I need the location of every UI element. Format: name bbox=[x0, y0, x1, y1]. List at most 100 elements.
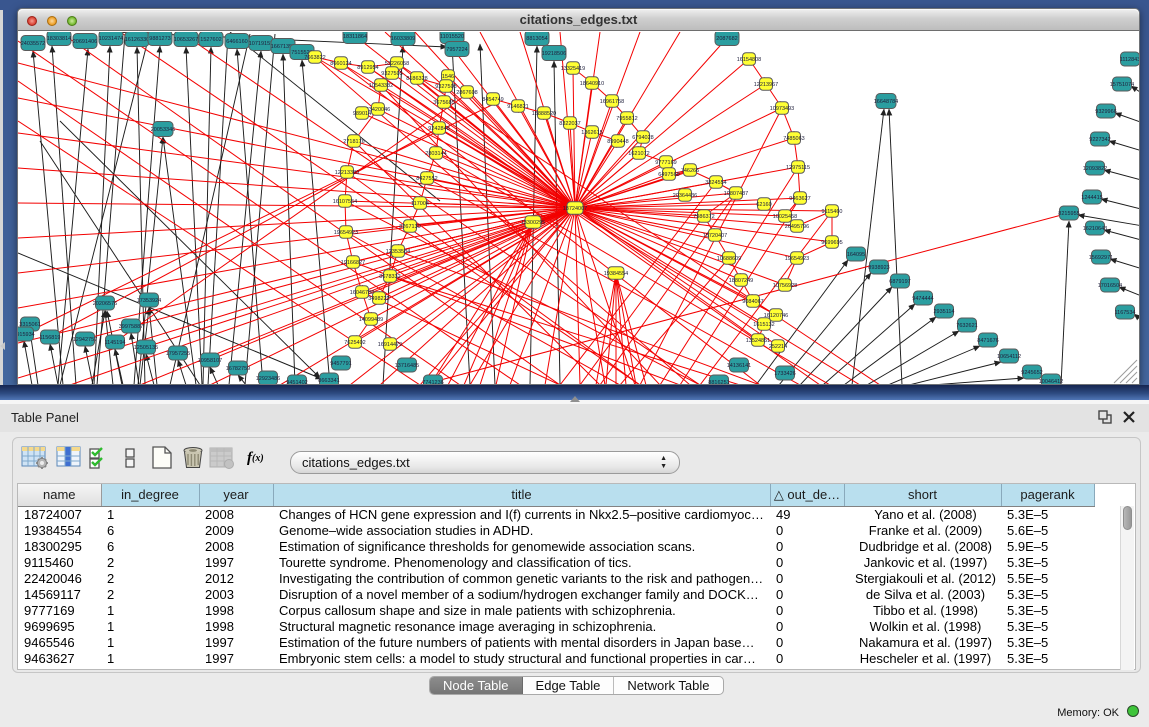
svg-text:19654923: 19654923 bbox=[785, 256, 809, 262]
svg-text:20053346: 20053346 bbox=[151, 127, 175, 133]
svg-text:9245652: 9245652 bbox=[1021, 370, 1042, 376]
svg-text:1362615: 1362615 bbox=[581, 130, 602, 136]
svg-text:8454749: 8454749 bbox=[482, 97, 503, 103]
svg-text:26495796: 26495796 bbox=[785, 224, 809, 230]
svg-text:7986372: 7986372 bbox=[693, 214, 714, 220]
svg-text:8267130: 8267130 bbox=[399, 224, 420, 230]
svg-text:15751074: 15751074 bbox=[1110, 82, 1134, 88]
svg-text:1244415: 1244415 bbox=[1081, 195, 1102, 201]
svg-text:7485063: 7485063 bbox=[783, 136, 804, 142]
svg-text:164095: 164095 bbox=[847, 252, 865, 258]
svg-text:15888520: 15888520 bbox=[532, 111, 556, 117]
svg-text:12923486: 12923486 bbox=[256, 376, 280, 382]
svg-text:17016504: 17016504 bbox=[1098, 283, 1122, 289]
svg-text:3824554: 3824554 bbox=[705, 180, 726, 186]
svg-text:9327508: 9327508 bbox=[435, 84, 456, 90]
svg-text:9699695: 9699695 bbox=[821, 240, 842, 246]
svg-text:16033809: 16033809 bbox=[391, 36, 415, 42]
svg-text:16961758: 16961758 bbox=[600, 99, 624, 105]
svg-text:6497568: 6497568 bbox=[658, 172, 679, 178]
svg-text:8215955: 8215955 bbox=[1058, 211, 1079, 217]
svg-text:14136141: 14136141 bbox=[727, 363, 751, 369]
svg-text:1145194: 1145194 bbox=[104, 340, 125, 346]
svg-text:53226058: 53226058 bbox=[385, 61, 409, 67]
svg-text:18807249: 18807249 bbox=[729, 278, 753, 284]
svg-text:8322037: 8322037 bbox=[559, 121, 580, 127]
svg-text:19218506: 19218506 bbox=[542, 51, 566, 57]
svg-text:9329966: 9329966 bbox=[1095, 109, 1116, 115]
svg-text:2803144: 2803144 bbox=[425, 151, 446, 157]
svg-text:20364436: 20364436 bbox=[673, 193, 697, 199]
svg-text:2718176: 2718176 bbox=[343, 139, 364, 145]
svg-text:18724007: 18724007 bbox=[563, 206, 587, 212]
svg-text:7957224: 7957224 bbox=[446, 47, 467, 53]
svg-text:3675685: 3675685 bbox=[433, 100, 454, 106]
svg-text:9474444: 9474444 bbox=[912, 296, 933, 302]
svg-text:1733426: 1733426 bbox=[774, 371, 795, 377]
svg-text:10973493: 10973493 bbox=[770, 106, 794, 112]
svg-text:10046412: 10046412 bbox=[1039, 379, 1063, 384]
svg-text:6466160: 6466160 bbox=[226, 39, 247, 45]
svg-text:62160: 62160 bbox=[756, 202, 771, 208]
svg-text:1112843: 1112843 bbox=[1120, 57, 1139, 63]
svg-text:18311864: 18311864 bbox=[343, 34, 367, 40]
svg-text:10756928: 10756928 bbox=[773, 283, 797, 289]
svg-text:9242848: 9242848 bbox=[428, 126, 449, 132]
svg-text:8678332: 8678332 bbox=[379, 274, 400, 280]
svg-text:8990448: 8990448 bbox=[607, 139, 628, 145]
svg-text:252214: 252214 bbox=[769, 344, 787, 350]
svg-text:9881273: 9881273 bbox=[149, 36, 170, 42]
svg-text:13524851: 13524851 bbox=[746, 338, 770, 344]
svg-text:7955812: 7955812 bbox=[616, 116, 637, 122]
svg-text:9451402: 9451402 bbox=[286, 380, 307, 384]
svg-text:7663822: 7663822 bbox=[304, 55, 325, 61]
svg-text:8471676: 8471676 bbox=[977, 338, 998, 344]
svg-text:8660124: 8660124 bbox=[330, 61, 351, 67]
svg-text:8816251: 8816251 bbox=[708, 380, 729, 384]
svg-text:9327505: 9327505 bbox=[381, 71, 402, 77]
svg-text:13716485: 13716485 bbox=[395, 363, 419, 369]
svg-text:16126330: 16126330 bbox=[125, 37, 149, 43]
svg-text:18303814: 18303814 bbox=[47, 36, 71, 42]
svg-text:7625402: 7625402 bbox=[344, 340, 365, 346]
svg-text:2867608: 2867608 bbox=[456, 90, 477, 96]
svg-text:(x): (x) bbox=[252, 453, 264, 464]
svg-text:16782759: 16782759 bbox=[226, 366, 250, 372]
svg-text:6879197: 6879197 bbox=[889, 279, 910, 285]
svg-text:12942757: 12942757 bbox=[73, 337, 97, 343]
svg-text:8938923: 8938923 bbox=[868, 265, 889, 271]
svg-text:19166827: 19166827 bbox=[341, 260, 365, 266]
svg-text:12353584: 12353584 bbox=[386, 249, 410, 255]
svg-text:2087682: 2087682 bbox=[716, 36, 737, 42]
svg-text:3915934: 3915934 bbox=[18, 332, 35, 338]
svg-text:1156819: 1156819 bbox=[39, 335, 60, 341]
svg-text:20691406: 20691406 bbox=[73, 39, 97, 45]
svg-text:9777169: 9777169 bbox=[655, 160, 676, 166]
svg-text:8813054: 8813054 bbox=[526, 36, 547, 42]
svg-text:12213967: 12213967 bbox=[754, 82, 778, 88]
svg-text:16914479: 16914479 bbox=[378, 342, 402, 348]
svg-text:16154808: 16154808 bbox=[737, 57, 761, 63]
svg-text:6794028: 6794028 bbox=[632, 135, 653, 141]
svg-text:9463627: 9463627 bbox=[789, 196, 810, 202]
svg-text:10958107: 10958107 bbox=[198, 358, 222, 364]
svg-text:15720407: 15720407 bbox=[703, 233, 727, 239]
svg-text:1615132: 1615132 bbox=[753, 322, 774, 328]
svg-text:12505135: 12505135 bbox=[134, 345, 158, 351]
svg-text:10688609: 10688609 bbox=[717, 256, 741, 262]
svg-text:24035572: 24035572 bbox=[21, 41, 45, 47]
svg-text:1621072: 1621072 bbox=[628, 151, 649, 157]
svg-text:10719155: 10719155 bbox=[249, 41, 273, 47]
svg-text:8427552: 8427552 bbox=[416, 176, 437, 182]
svg-text:746266: 746266 bbox=[681, 168, 699, 174]
svg-text:16107554: 16107554 bbox=[333, 199, 357, 205]
svg-text:8186328: 8186328 bbox=[406, 76, 427, 82]
svg-text:1546: 1546 bbox=[442, 74, 454, 80]
svg-text:19654923: 19654923 bbox=[334, 230, 358, 236]
svg-text:18640910: 18640910 bbox=[580, 81, 604, 87]
svg-text:39975887: 39975887 bbox=[119, 324, 143, 330]
svg-text:7632621: 7632621 bbox=[956, 323, 977, 329]
svg-text:989014: 989014 bbox=[353, 111, 371, 117]
svg-text:10653267: 10653267 bbox=[174, 37, 198, 43]
svg-text:9457791: 9457791 bbox=[330, 361, 351, 367]
